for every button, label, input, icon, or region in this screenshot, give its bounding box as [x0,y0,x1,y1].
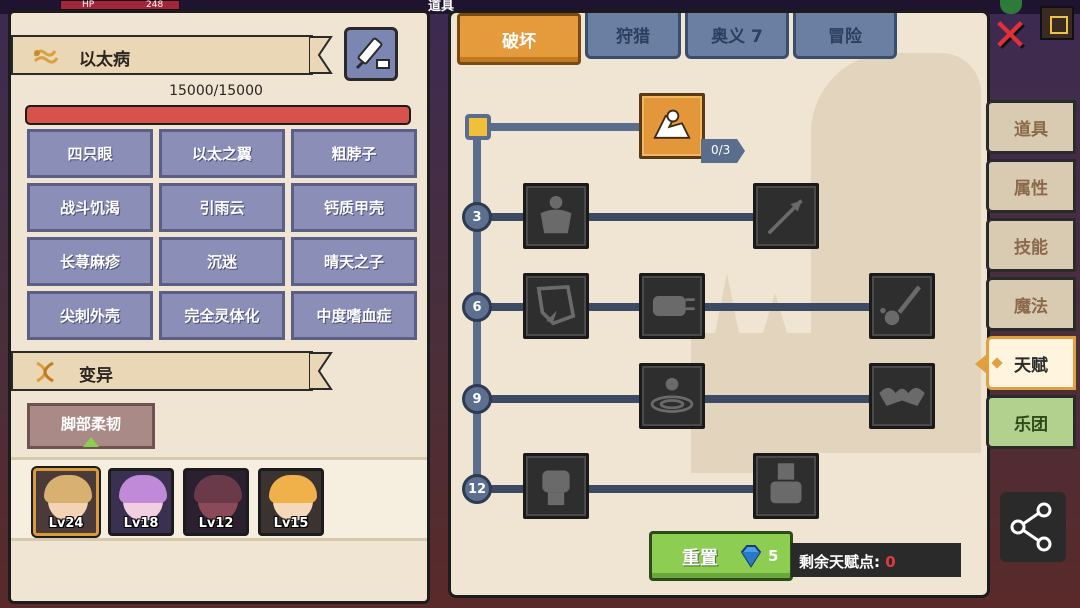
disease-panel: 以太病 15000/15000 四只眼 以太之翼 粗脖子战斗饥渴 引雨云 钙质甲壳长荨麻… [8,10,430,604]
hero-level: Lv15 [273,516,309,531]
trait-item[interactable]: 完全灵体化 [159,291,285,340]
hero-portrait[interactable]: Lv18 [108,468,174,536]
hero-portrait[interactable]: Lv12 [183,468,249,536]
level-badge-6: 6 [462,292,492,322]
edit-syringe-button[interactable] [344,27,398,81]
hero-level: Lv24 [48,516,84,531]
remaining-points-value: 0 [885,553,896,571]
ribbon-tail [309,36,333,74]
trait-item[interactable]: 尖刺外壳 [27,291,153,340]
disease-ribbon: 以太病 [11,35,333,75]
hero-level: Lv18 [123,516,159,531]
skill-splash-strike[interactable] [869,273,935,339]
side-tab-item[interactable]: 魔法 [986,277,1076,331]
dna-icon [36,361,54,383]
disease-title: 以太病 [79,50,130,70]
gauntlet-fist-icon [770,463,802,504]
hero-portrait[interactable]: Lv24 [33,468,99,536]
tab-destroy[interactable]: 破坏 [457,13,581,65]
mutation-ribbon: 变异 [11,351,333,391]
trait-item[interactable]: 以太之翼 [159,129,285,178]
skill-bat-wing[interactable] [869,363,935,429]
close-x-icon[interactable]: ✕ [990,14,1030,58]
mutation-up-arrow-icon [83,437,99,447]
share-icon[interactable] [1000,492,1066,562]
side-tab-item[interactable]: 属性 [986,159,1076,213]
talent-panel: 破坏 狩猎 奥义 7 冒险 3 6 9 12 0/3 重置 5 剩余天赋点: 0 [448,10,990,598]
skill-gauntlet-fist[interactable] [753,453,819,519]
hero-hair [269,475,317,503]
skill-ground-ripple[interactable] [639,363,705,429]
tab-adventure-label: 冒险 [828,27,862,47]
side-tab-item[interactable]: 乐团 [986,395,1076,449]
disease-hp-text: 15000/15000 [169,83,263,99]
trait-item[interactable]: 长荨麻疹 [27,237,153,286]
arrow-icon [767,199,803,235]
bat-wing-icon [879,387,925,406]
hero-select-strip: Lv24 Lv18 Lv12 Lv15 [11,457,427,541]
fist-punch-icon [652,296,695,316]
ribbon-tail [309,352,333,390]
skill-arrow[interactable] [753,183,819,249]
hero-hair [44,475,92,503]
skill-fist-punch[interactable] [639,273,705,339]
syringe-icon [355,37,390,70]
trait-item[interactable]: 引雨云 [159,183,285,232]
arm-wrestle-icon [653,109,691,139]
trait-item[interactable]: 沉迷 [159,237,285,286]
tab-destroy-label: 破坏 [502,31,536,52]
reset-talents-button[interactable]: 重置 5 [649,531,793,581]
remaining-points-label: 剩余天赋点: [799,553,880,571]
side-tab-item[interactable]: 天赋 [975,336,1076,390]
share-graph-icon [1010,502,1052,552]
tab-mystery-label: 奥义 7 [711,27,763,47]
splash-strike-icon [880,285,922,326]
fullscreen-icon[interactable] [1040,6,1074,40]
tab-hunt[interactable]: 狩猎 [585,13,681,59]
side-tab-item[interactable]: 道具 [986,100,1076,154]
reset-cost: 5 [768,547,779,565]
talent-start-node [465,114,491,140]
mutation-title: 变异 [79,366,113,386]
skill-count-badge: 0/3 [701,139,745,163]
hero-level: Lv12 [198,516,234,531]
level-badge-9: 9 [462,384,492,414]
hero-portrait[interactable]: Lv15 [258,468,324,536]
tab-adventure[interactable]: 冒险 [793,13,897,59]
trait-grid: 四只眼 以太之翼 粗脖子战斗饥渴 引雨云 钙质甲壳长荨麻疹 沉迷 晴天之子尖刺外壳 完全灵体化… [27,129,417,340]
talent-top-branch [481,123,641,131]
hud-hp-value: 248 [146,0,164,10]
skill-giant-body[interactable] [523,183,589,249]
trait-item[interactable]: 四只眼 [27,129,153,178]
tab-hunt-label: 狩猎 [616,27,650,47]
trait-item[interactable]: 钙质甲壳 [291,183,417,232]
talent-branch-9 [481,395,931,403]
blue-gem-icon [740,545,762,568]
giant-body-icon [540,196,572,234]
disease-hp-bar [25,105,411,125]
raised-fist-icon [542,470,570,506]
reset-label: 重置 [682,548,718,569]
shatter-icon [536,284,576,326]
trait-item[interactable]: 战斗饥渴 [27,183,153,232]
ether-swirl-icon [33,49,59,64]
skill-raised-fist[interactable] [523,453,589,519]
trait-item[interactable]: 晴天之子 [291,237,417,286]
hero-hair [194,475,242,503]
trait-item[interactable]: 中度嗜血症 [291,291,417,340]
level-badge-3: 3 [462,202,492,232]
hud-hp-label: HP [82,0,95,10]
side-tab-item[interactable]: 技能 [986,218,1076,272]
trait-item[interactable]: 粗脖子 [291,129,417,178]
tab-mystery[interactable]: 奥义 7 [685,13,789,59]
remaining-points: 剩余天赋点: 0 [791,543,961,577]
disease-hp-fill [27,107,409,123]
skill-shatter[interactable] [523,273,589,339]
hero-hair [119,475,167,503]
skill-arm-wrestle[interactable] [639,93,705,159]
level-badge-12: 12 [462,474,492,504]
ground-ripple-icon [650,377,694,413]
